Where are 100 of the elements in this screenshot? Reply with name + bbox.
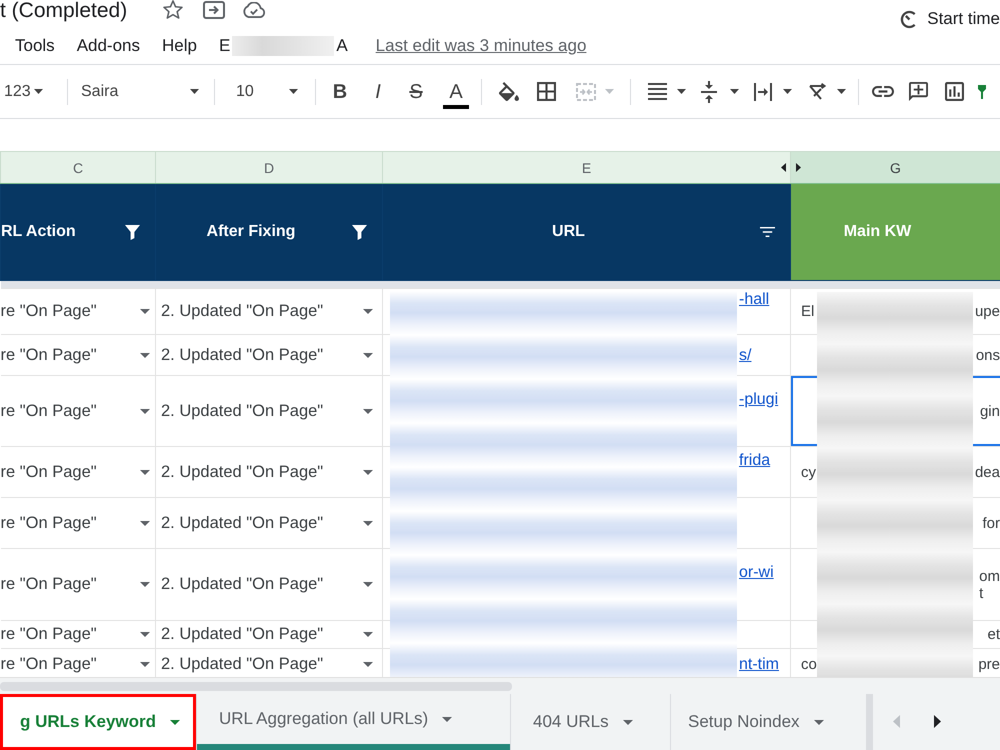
caret-icon bbox=[442, 716, 452, 722]
caret-icon bbox=[837, 89, 846, 94]
header-label: URL bbox=[551, 223, 586, 241]
arrow-right-icon[interactable] bbox=[796, 163, 800, 172]
keyword-text: om bbox=[979, 568, 1000, 584]
caret-icon bbox=[363, 470, 373, 474]
caret-icon bbox=[140, 408, 150, 414]
dropdown-cell[interactable]: re "On Page" bbox=[0, 334, 156, 376]
dropdown-cell[interactable]: 2. Updated "On Page" bbox=[156, 288, 382, 334]
header-label: RL Action bbox=[2, 223, 77, 241]
caret-icon bbox=[363, 632, 373, 637]
url-link[interactable]: or-wi bbox=[739, 564, 774, 582]
arrow-left-icon[interactable] bbox=[780, 163, 786, 172]
keyword-text: cy bbox=[801, 464, 816, 480]
last-edit-link[interactable]: Last edit was 3 minutes ago bbox=[376, 36, 586, 56]
caret-icon bbox=[140, 520, 150, 526]
menu-item[interactable]: Help bbox=[162, 36, 197, 56]
caret-icon bbox=[605, 89, 614, 94]
dropdown-cell[interactable]: 2. Updated "On Page" bbox=[156, 620, 382, 648]
dropdown-cell[interactable]: 2. Updated "On Page" bbox=[156, 446, 382, 498]
caret-icon bbox=[289, 89, 298, 94]
caret-icon bbox=[677, 89, 686, 94]
keyword-text: gin bbox=[980, 402, 1000, 420]
dropdown-cell[interactable]: re "On Page" bbox=[0, 498, 156, 548]
keyword-text: et bbox=[987, 626, 1000, 643]
caret-icon bbox=[190, 89, 199, 94]
url-link[interactable]: -hall bbox=[739, 291, 770, 309]
dropdown-cell[interactable]: re "On Page" bbox=[0, 620, 156, 648]
filter-icon[interactable] bbox=[760, 227, 775, 237]
paint-bucket-icon[interactable] bbox=[499, 82, 519, 101]
caret-icon bbox=[140, 352, 150, 358]
merge-cells-icon bbox=[576, 82, 596, 100]
number-format-button[interactable]: 123 bbox=[4, 76, 50, 108]
keyword-text: ons bbox=[976, 346, 1000, 364]
keyword-text: co bbox=[801, 656, 817, 672]
borders-icon[interactable] bbox=[537, 82, 556, 101]
dropdown-cell[interactable]: re "On Page" bbox=[0, 548, 156, 620]
caret-icon bbox=[814, 720, 824, 724]
menu-item[interactable]: Add-ons bbox=[76, 36, 140, 56]
caret-icon bbox=[363, 309, 373, 314]
link-icon[interactable] bbox=[872, 86, 894, 97]
sheet-tab[interactable]: g URLs Keyword bbox=[0, 694, 197, 750]
column-header[interactable]: E bbox=[382, 152, 790, 184]
text-rotation-icon bbox=[808, 82, 828, 100]
caret-icon bbox=[783, 89, 792, 94]
caret-icon bbox=[363, 352, 373, 358]
caret-icon bbox=[34, 89, 43, 94]
keyword-text: pre bbox=[978, 656, 1000, 672]
filter-icon[interactable] bbox=[352, 224, 367, 240]
caret-icon bbox=[622, 720, 633, 724]
url-link[interactable]: frida bbox=[739, 452, 770, 470]
dropdown-cell[interactable]: 2. Updated "On Page" bbox=[156, 376, 382, 446]
caret-icon bbox=[363, 662, 373, 666]
dropdown-cell[interactable]: 2. Updated "On Page" bbox=[156, 498, 382, 548]
header-label: After Fixing bbox=[206, 223, 296, 241]
url-link[interactable]: -plugi bbox=[739, 390, 778, 408]
align-left-icon bbox=[648, 83, 667, 100]
menu-item-text[interactable]: A bbox=[336, 36, 348, 56]
dropdown-cell[interactable]: re "On Page" bbox=[0, 288, 156, 334]
dropdown-cell[interactable]: 2. Updated "On Page" bbox=[156, 548, 382, 620]
dropdown-cell[interactable]: re "On Page" bbox=[0, 446, 156, 498]
dropdown-cell[interactable]: 2. Updated "On Page" bbox=[156, 334, 382, 376]
caret-icon bbox=[363, 408, 373, 414]
add-comment-icon[interactable] bbox=[909, 82, 928, 101]
keyword-text: for bbox=[982, 514, 1000, 532]
column-header[interactable]: D bbox=[156, 152, 382, 184]
strikethrough-button[interactable]: S bbox=[403, 76, 429, 108]
keyword-text: El bbox=[801, 303, 814, 320]
keyword-text: upe bbox=[974, 303, 1000, 320]
filter-icon[interactable] bbox=[125, 224, 140, 240]
caret-icon bbox=[170, 720, 180, 724]
font-dropdown[interactable]: Saira bbox=[81, 76, 205, 108]
timer-icon bbox=[900, 10, 918, 28]
dropdown-cell[interactable]: re "On Page" bbox=[0, 376, 156, 446]
horizontal-scrollbar[interactable] bbox=[0, 677, 1000, 694]
caret-icon bbox=[140, 662, 150, 666]
bold-button[interactable]: B bbox=[327, 76, 353, 108]
sheet-tab[interactable]: URL Aggregation (all URLs) bbox=[197, 694, 511, 750]
column-header[interactable]: G bbox=[790, 152, 1000, 184]
url-link[interactable]: nt-tim bbox=[739, 656, 779, 674]
menu-item-text[interactable]: E bbox=[218, 36, 230, 56]
column-header[interactable]: C bbox=[0, 152, 156, 184]
text-color-button[interactable]: A bbox=[443, 78, 469, 108]
caret-icon bbox=[140, 470, 150, 474]
caret-icon bbox=[140, 632, 150, 637]
url-link[interactable]: s/ bbox=[739, 346, 752, 364]
font-size-dropdown[interactable]: 10 bbox=[233, 76, 305, 108]
sheet-tab[interactable]: 404 URLs bbox=[511, 694, 671, 750]
caret-icon bbox=[730, 89, 739, 94]
move-to-folder-icon[interactable] bbox=[203, 1, 226, 19]
text-wrap-icon bbox=[754, 82, 772, 100]
cloud-icon[interactable] bbox=[243, 2, 266, 18]
scroll-right-icon[interactable] bbox=[934, 715, 941, 728]
star-icon[interactable] bbox=[163, 0, 184, 19]
chart-icon[interactable] bbox=[945, 82, 964, 101]
menu-item[interactable]: Tools bbox=[15, 36, 55, 56]
start-timer-button[interactable]: Start time bbox=[900, 9, 1000, 29]
italic-button[interactable]: I bbox=[365, 76, 391, 108]
caret-icon bbox=[363, 582, 373, 587]
document-title: t (Completed) bbox=[0, 0, 128, 21]
